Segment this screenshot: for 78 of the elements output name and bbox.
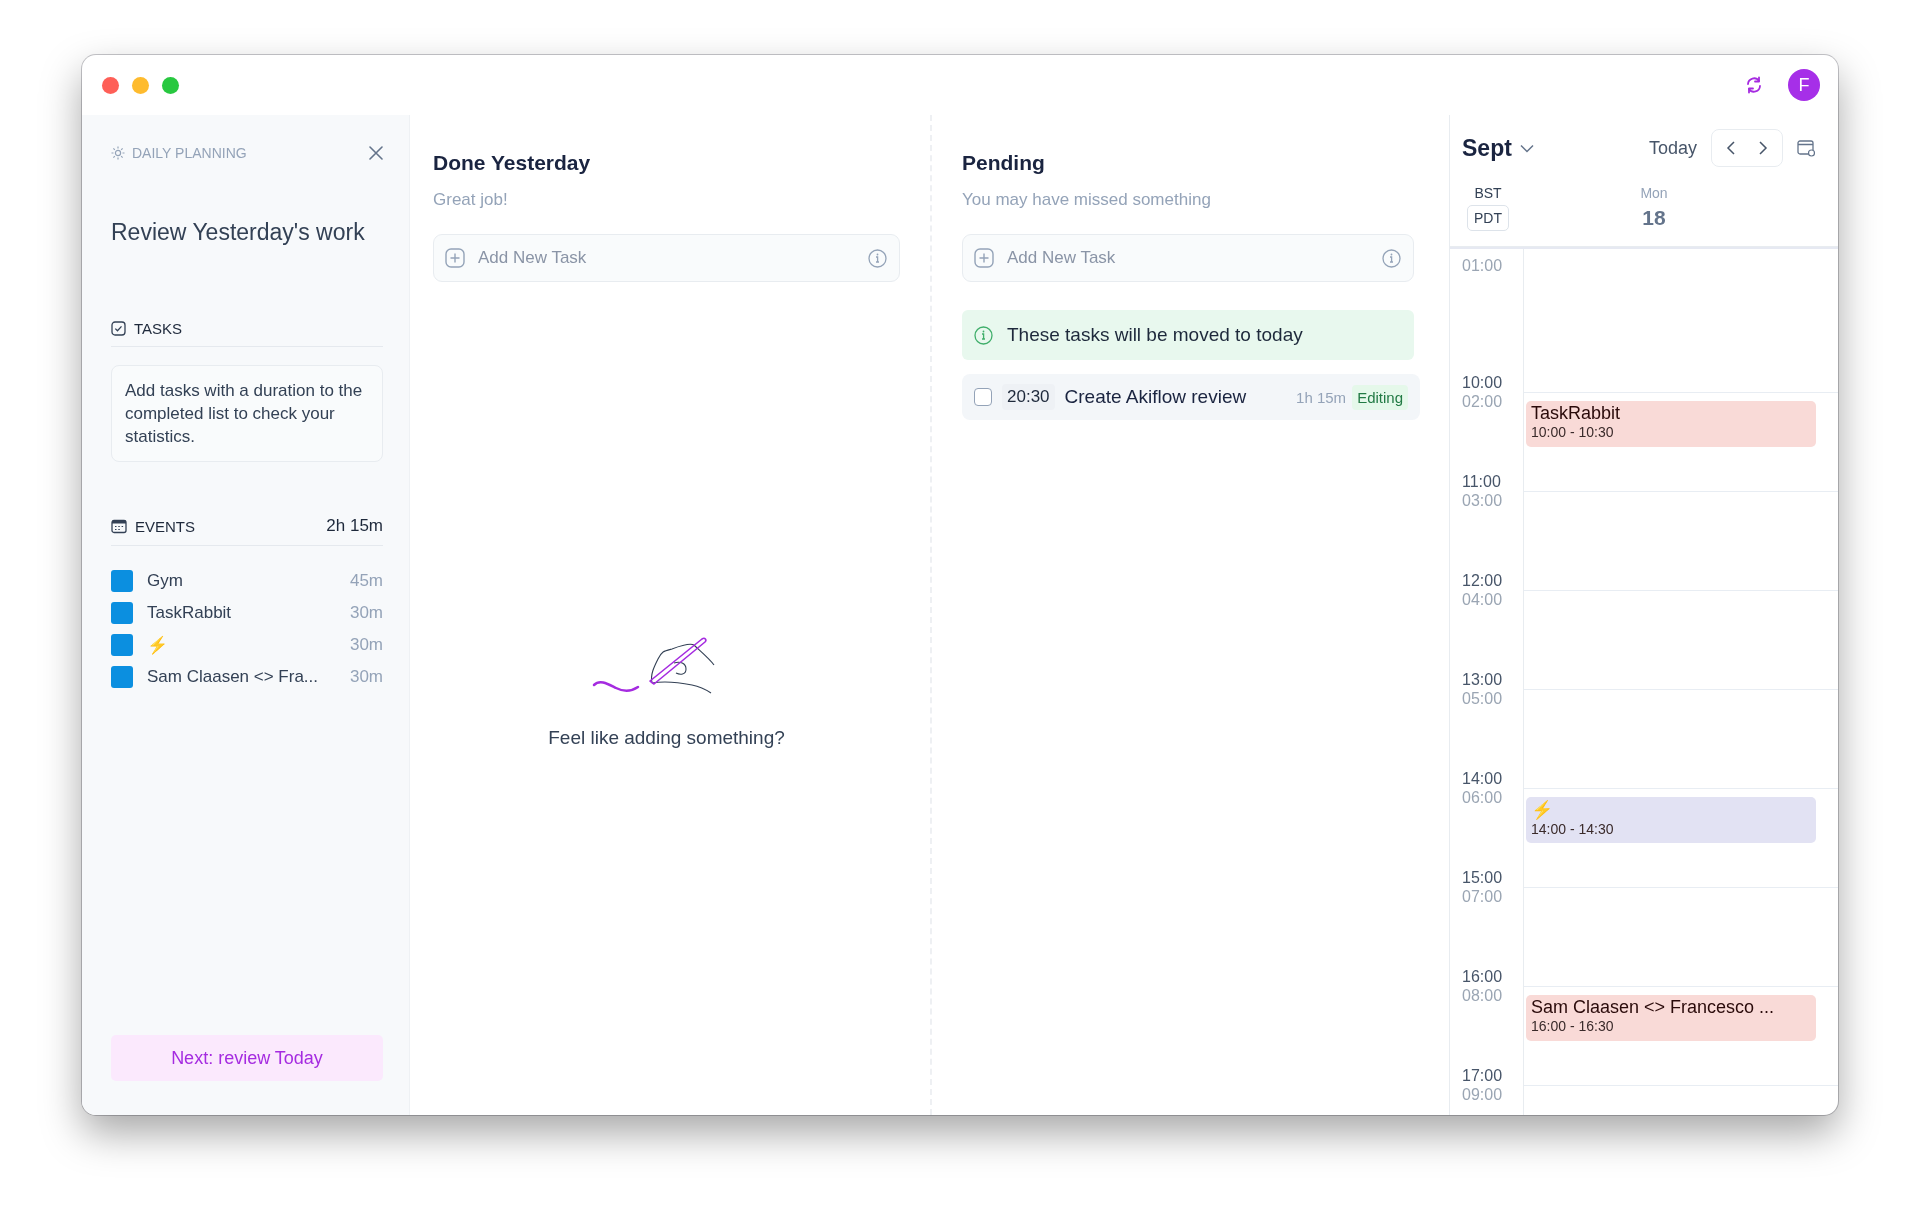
time-label: 17:00 xyxy=(1462,1067,1504,1086)
chevron-left-icon[interactable] xyxy=(1726,140,1736,156)
calendar-event[interactable]: Sam Claasen <> Francesco ... 16:00 - 16:30 xyxy=(1526,995,1816,1041)
section-label: DAILY PLANNING xyxy=(132,145,247,161)
column-title: Pending xyxy=(962,151,1046,175)
event-duration: 30m xyxy=(349,667,383,687)
time-label: 03:00 xyxy=(1462,492,1504,510)
info-icon[interactable] xyxy=(1382,248,1401,268)
event-color-square xyxy=(111,634,133,656)
date-number: 18 xyxy=(1642,206,1666,230)
time-label: 07:00 xyxy=(1462,888,1504,906)
time-label: 05:00 xyxy=(1462,690,1504,708)
month-selector[interactable]: Sept xyxy=(1462,134,1534,162)
add-task-field[interactable]: Add New Task xyxy=(433,234,900,282)
time-label: 09:00 xyxy=(1462,1086,1504,1104)
chevron-down-icon xyxy=(1519,143,1534,153)
section-label: EVENTS xyxy=(135,517,195,535)
next-review-button[interactable]: Next: review Today xyxy=(111,1035,383,1081)
task-checkbox[interactable] xyxy=(974,388,992,406)
event-duration: 30m xyxy=(349,635,383,655)
close-window-button[interactable] xyxy=(102,76,119,94)
task-duration: 1h 15m xyxy=(1296,388,1347,406)
task-row[interactable]: 20:30 Create Akiflow review 1h 15m Editing xyxy=(962,374,1420,420)
event-duration: 30m xyxy=(349,603,383,623)
sidebar-title: Review Yesterday's work xyxy=(111,219,366,246)
event-duration: 45m xyxy=(349,571,383,591)
time-label: 04:00 xyxy=(1462,591,1504,609)
time-label: 16:00 xyxy=(1462,968,1504,987)
column-title: Done Yesterday xyxy=(433,151,592,175)
notice-text: These tasks will be moved to today xyxy=(1007,324,1303,346)
event-name[interactable]: TaskRabbit xyxy=(147,603,232,623)
event-name[interactable]: Gym xyxy=(147,571,183,591)
today-button[interactable]: Today xyxy=(1648,137,1697,159)
time-label: 13:00 xyxy=(1462,671,1504,690)
empty-state-text: Feel like adding something? xyxy=(548,727,785,749)
time-label: 02:00 xyxy=(1462,393,1504,411)
info-icon[interactable] xyxy=(868,248,887,268)
task-title: Create Akiflow review xyxy=(1064,386,1247,408)
calendar-event[interactable]: TaskRabbit 10:00 - 10:30 xyxy=(1526,401,1816,447)
time-label: 12:00 xyxy=(1462,572,1504,591)
event-name[interactable]: Sam Claasen <> Fra... xyxy=(147,667,319,687)
add-task-field[interactable]: Add New Task xyxy=(962,234,1414,282)
events-total: 2h 15m xyxy=(326,516,383,536)
time-label: 10:00 xyxy=(1462,374,1504,393)
user-avatar[interactable]: F xyxy=(1788,69,1820,101)
chevron-right-icon[interactable] xyxy=(1758,140,1768,156)
calendar-settings-icon[interactable] xyxy=(1797,139,1816,157)
sync-icon[interactable] xyxy=(1744,75,1764,95)
calendar-icon xyxy=(111,518,127,534)
sun-icon xyxy=(111,146,125,160)
minimize-window-button[interactable] xyxy=(132,76,149,94)
add-task-input[interactable]: Add New Task xyxy=(476,247,857,269)
timezone-label: BST xyxy=(1474,185,1502,201)
task-time: 20:30 xyxy=(1002,384,1055,410)
zoom-window-button[interactable] xyxy=(162,76,179,94)
plus-icon xyxy=(445,248,465,268)
add-task-input[interactable]: Add New Task xyxy=(1005,247,1371,269)
column-subtitle: You may have missed something xyxy=(962,190,1212,210)
timezone-button[interactable]: PDT xyxy=(1467,205,1509,231)
event-color-square xyxy=(111,666,133,688)
plus-icon xyxy=(974,248,994,268)
checkbox-icon xyxy=(111,321,126,336)
hint-card: Add tasks with a duration to the completed list to check your statistics. xyxy=(111,365,383,462)
time-label: 06:00 xyxy=(1462,789,1504,807)
status-badge: Editing xyxy=(1352,384,1408,410)
time-label: 08:00 xyxy=(1462,987,1504,1005)
column-subtitle: Great job! xyxy=(433,190,509,210)
calendar-event[interactable]: ⚡ 14:00 - 14:30 xyxy=(1526,797,1816,843)
time-label: 11:00 xyxy=(1462,473,1502,492)
time-label: 15:00 xyxy=(1462,869,1504,888)
event-color-square xyxy=(111,602,133,624)
time-label: 14:00 xyxy=(1462,770,1504,789)
info-icon xyxy=(974,325,993,345)
event-color-square xyxy=(111,570,133,592)
close-icon[interactable] xyxy=(369,146,383,160)
time-label: 01:00 xyxy=(1462,257,1504,275)
weekday-label: Mon xyxy=(1640,185,1668,201)
section-label: TASKS xyxy=(134,320,183,337)
